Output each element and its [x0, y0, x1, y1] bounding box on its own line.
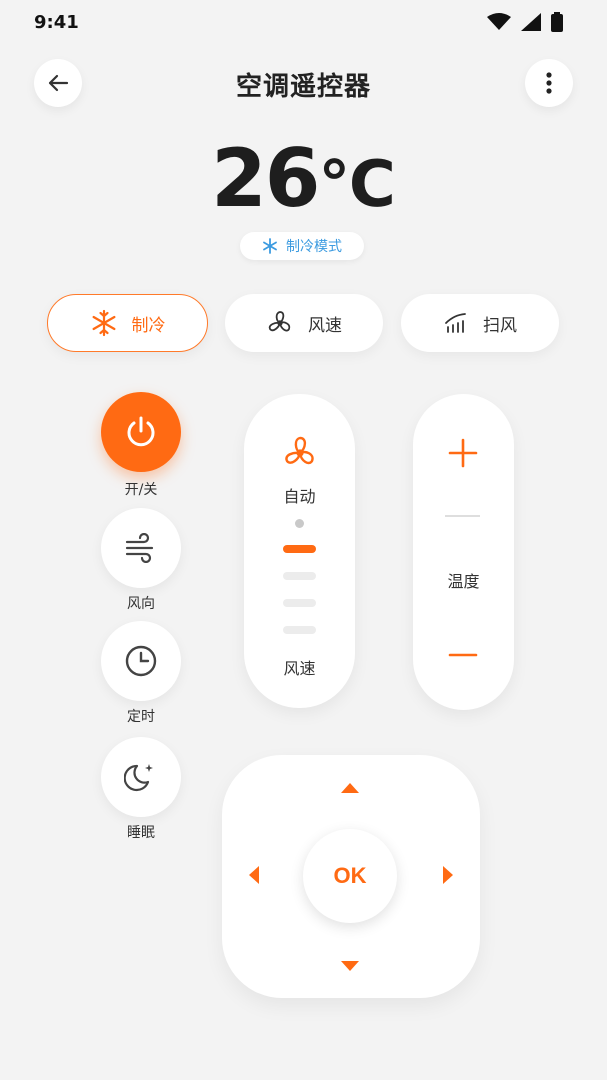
temperature-divider — [445, 515, 480, 517]
mode-fan-button[interactable]: 风速 — [225, 294, 383, 352]
wifi-icon — [487, 13, 511, 30]
battery-icon — [551, 12, 563, 32]
timer-label: 定时 — [127, 709, 155, 725]
snowflake-icon — [263, 238, 277, 254]
wind-direction-button[interactable] — [101, 508, 181, 588]
dpad-right-button[interactable] — [436, 863, 460, 887]
fan-level-1[interactable] — [283, 545, 316, 553]
moon-icon — [124, 764, 153, 792]
snowflake-icon — [91, 309, 115, 337]
more-vertical-icon — [546, 72, 552, 94]
triangle-left-icon — [249, 866, 259, 884]
ok-button[interactable]: OK — [303, 829, 397, 923]
mode-swing-button[interactable]: 扫风 — [401, 294, 559, 352]
clock-icon — [125, 645, 157, 677]
mode-fan-label: 风速 — [308, 315, 342, 336]
dpad-up-button[interactable] — [338, 776, 362, 800]
mode-cool-button[interactable]: 制冷 — [47, 294, 208, 352]
page-title: 空调遥控器 — [235, 72, 371, 102]
triangle-right-icon — [443, 866, 453, 884]
triangle-up-icon — [341, 783, 359, 793]
fan-level-indicator — [295, 519, 304, 528]
sleep-label: 睡眠 — [127, 825, 155, 841]
minus-icon — [448, 653, 478, 657]
mode-swing-label: 扫风 — [483, 315, 517, 336]
fan-level-2[interactable] — [283, 572, 316, 580]
temperature-unit: ℃ — [318, 148, 396, 222]
mode-chip: 制冷模式 — [240, 232, 364, 260]
fan-level-4[interactable] — [283, 626, 316, 634]
mode-chip-label: 制冷模式 — [286, 239, 342, 255]
sleep-button[interactable] — [101, 737, 181, 817]
fan-icon — [268, 311, 291, 332]
plus-icon — [448, 438, 478, 468]
wind-direction-label: 风向 — [127, 596, 155, 612]
dpad-down-button[interactable] — [338, 954, 362, 978]
timer-button[interactable] — [101, 621, 181, 701]
status-time: 9:41 — [34, 12, 79, 33]
cellular-icon — [521, 13, 541, 31]
power-icon — [127, 416, 155, 447]
temperature-display: 26℃ — [0, 132, 607, 225]
power-label: 开/关 — [124, 482, 158, 498]
temperature-up-button[interactable] — [447, 437, 479, 473]
temperature-down-button[interactable] — [447, 639, 479, 675]
status-icons — [487, 12, 563, 32]
mode-cool-label: 制冷 — [131, 315, 166, 336]
fan-auto-label: 自动 — [283, 487, 316, 506]
temperature-label: 温度 — [447, 572, 480, 591]
wind-icon — [125, 533, 154, 563]
triangle-down-icon — [341, 961, 359, 971]
fan-level-3[interactable] — [283, 599, 316, 607]
fan-speed-label: 风速 — [283, 659, 316, 678]
fan-auto-button[interactable] — [281, 434, 319, 476]
temperature-value: 26 — [211, 132, 320, 225]
more-button[interactable] — [525, 59, 573, 107]
swing-icon — [445, 313, 466, 333]
dpad-left-button[interactable] — [242, 863, 266, 887]
fan-icon — [285, 436, 314, 465]
power-button[interactable] — [101, 392, 181, 472]
